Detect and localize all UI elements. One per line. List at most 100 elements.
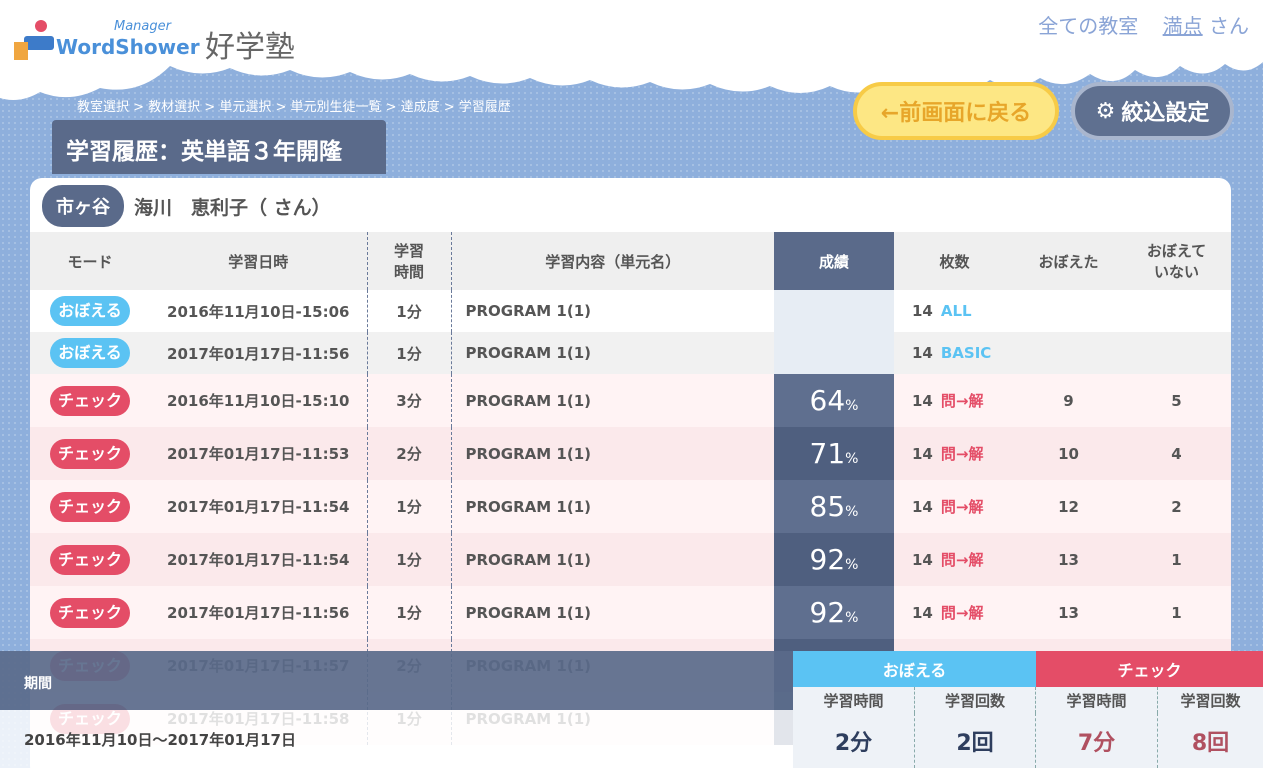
student-name: 海川 恵利子（ さん） — [134, 196, 331, 219]
date-cell: 2017年01月17日-11:56 — [150, 586, 368, 639]
filter-settings-button[interactable]: ⚙ 絞込設定 — [1071, 82, 1234, 140]
count-value: 14 — [912, 445, 933, 463]
breadcrumb[interactable]: 教室選択 > 教材選択 > 単元選択 > 単元別生徒一覧 > 達成度 > 学習履… — [77, 96, 511, 115]
memorize-time-value: 2分 — [793, 713, 915, 768]
col-unit: 学習内容（単元名） — [451, 232, 774, 290]
score-cell: 92% — [774, 586, 894, 639]
count-cell: 14 問→解 — [894, 533, 1015, 586]
score-value: 85 — [809, 490, 846, 523]
unit-cell: PROGRAM 1(1) — [451, 427, 774, 480]
memorize-time-label: 学習時間 — [793, 687, 915, 713]
count-value: 14 — [912, 498, 933, 516]
count-value: 14 — [912, 392, 933, 410]
not-learned-cell: 1 — [1122, 586, 1231, 639]
question-to-answer: 問→解 — [940, 498, 984, 516]
question-to-answer: 問→解 — [940, 604, 984, 622]
table-header-row: モード 学習日時 学習 時間 学習内容（単元名） 成績 枚数 おぼえた おぼえてい… — [30, 232, 1231, 290]
gear-icon: ⚙ — [1095, 98, 1116, 124]
count-value: 14 — [912, 344, 933, 362]
count-value: 14 — [912, 302, 933, 320]
not-learned-cell — [1122, 290, 1231, 332]
time-cell: 1分 — [367, 533, 452, 586]
mode-badge[interactable]: チェック — [50, 544, 130, 575]
table-row: チェック 2017年01月17日-11:54 1分 PROGRAM 1(1) 92% 14… — [30, 533, 1231, 586]
mode-badge[interactable]: チェック — [50, 597, 130, 628]
user-name-link[interactable]: 満点 — [1163, 14, 1203, 38]
mode-badge[interactable]: おぼえる — [50, 338, 130, 368]
filter-settings-label: 絞込設定 — [1121, 101, 1210, 126]
page-title: 学習履歴：英単語３年開隆 — [52, 120, 386, 174]
score-value: 92 — [809, 543, 846, 576]
top-links: 全ての教室 満点 さん — [1020, 10, 1249, 39]
table-row: おぼえる 2017年01月17日-11:56 1分 PROGRAM 1(1) 14 BAS… — [30, 332, 1231, 374]
logo-graphic: WordShower Manager — [14, 19, 200, 60]
not-learned-cell: 1 — [1122, 533, 1231, 586]
question-to-answer: 問→解 — [940, 551, 984, 569]
back-button[interactable]: ←前画面に戻る — [853, 82, 1059, 140]
count-cell: 14 問→解 — [894, 374, 1015, 427]
all-rooms-link[interactable]: 全ての教室 — [1038, 14, 1138, 38]
time-cell: 1分 — [367, 290, 452, 332]
check-summary-header: チェック — [1036, 651, 1263, 687]
table-row: チェック 2017年01月17日-11:54 1分 PROGRAM 1(1) 85% 14… — [30, 480, 1231, 533]
mode-cell: チェック — [30, 480, 150, 533]
wordshower-logo[interactable]: WordShower Manager — [14, 12, 204, 62]
time-cell: 1分 — [367, 332, 452, 374]
count-value: 14 — [912, 604, 933, 622]
student-info: 市ヶ谷 海川 恵利子（ さん） — [42, 185, 331, 227]
percent-unit: % — [845, 610, 859, 626]
date-cell: 2017年01月17日-11:56 — [150, 332, 368, 374]
date-cell: 2017年01月17日-11:54 — [150, 533, 368, 586]
count-cell: 14 問→解 — [894, 480, 1015, 533]
school-name: 好学塾 — [205, 30, 295, 65]
table-row: チェック 2016年11月10日-15:10 3分 PROGRAM 1(1) 64% 14… — [30, 374, 1231, 427]
summary-footer: 期間 2016年11月10日〜2017年01月17日 おぼえる チェック 学習時… — [0, 651, 1263, 768]
check-count-label: 学習回数 — [1158, 687, 1263, 713]
mode-badge[interactable]: チェック — [50, 491, 130, 522]
count-cell: 14 BASIC — [894, 332, 1015, 374]
mode-cell: チェック — [30, 586, 150, 639]
room-badge: 市ヶ谷 — [42, 185, 124, 227]
not-learned-cell — [1122, 332, 1231, 374]
unit-cell: PROGRAM 1(1) — [465, 302, 592, 320]
unit-cell: PROGRAM 1(1) — [451, 533, 774, 586]
period-label: 期間 — [0, 651, 793, 710]
score-cell: 85% — [774, 480, 894, 533]
mode-cell: チェック — [30, 427, 150, 480]
date-cell: 2017年01月17日-11:54 — [150, 480, 368, 533]
count-value: 14 — [912, 551, 933, 569]
count-cell: 14 問→解 — [894, 586, 1015, 639]
mode-badge[interactable]: おぼえる — [50, 296, 130, 326]
memorize-summary-header: おぼえる — [793, 651, 1036, 687]
period-panel: 期間 2016年11月10日〜2017年01月17日 — [0, 651, 793, 768]
learned-cell — [1015, 332, 1122, 374]
user-suffix: さん — [1209, 14, 1249, 38]
time-cell: 3分 — [367, 374, 452, 427]
table-row: チェック 2017年01月17日-11:56 1分 PROGRAM 1(1) 92% 14… — [30, 586, 1231, 639]
col-time: 学習 時間 — [367, 232, 452, 290]
col-score: 成績 — [774, 232, 894, 290]
time-cell: 2分 — [367, 427, 452, 480]
learned-cell: 13 — [1015, 586, 1122, 639]
col-learned: おぼえた — [1015, 232, 1122, 290]
deck-kind: ALL — [940, 302, 972, 320]
time-cell: 1分 — [367, 586, 452, 639]
memorize-count-label: 学習回数 — [915, 687, 1036, 713]
col-count: 枚数 — [894, 232, 1015, 290]
learned-cell: 13 — [1015, 533, 1122, 586]
count-cell: 14 ALL — [894, 290, 1015, 332]
not-learned-cell: 5 — [1122, 374, 1231, 427]
score-cell: 71% — [774, 427, 894, 480]
check-time-label: 学習時間 — [1036, 687, 1158, 713]
mode-badge[interactable]: チェック — [50, 438, 130, 469]
question-to-answer: 問→解 — [940, 445, 984, 463]
not-learned-cell: 4 — [1122, 427, 1231, 480]
unit-cell: PROGRAM 1(1) — [451, 332, 774, 374]
col-mode: モード — [30, 232, 150, 290]
mode-cell: おぼえる — [30, 332, 150, 374]
mode-badge[interactable]: チェック — [50, 385, 130, 416]
deck-kind: BASIC — [940, 344, 992, 362]
col-not-learned: おぼえて いない — [1122, 232, 1231, 290]
logo-manager-text: Manager — [114, 19, 173, 34]
score-value: 71 — [809, 437, 846, 470]
